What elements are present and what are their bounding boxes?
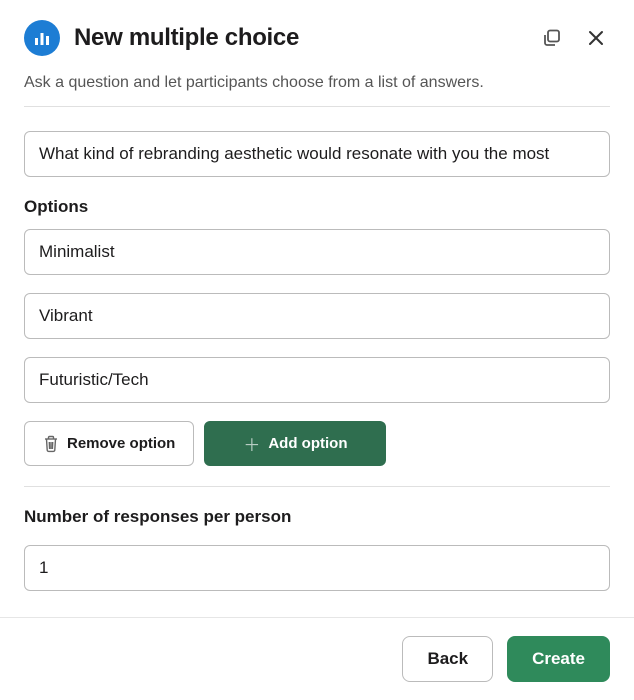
- option-row: [24, 357, 610, 403]
- option-input[interactable]: [24, 293, 610, 339]
- modal-footer: Back Create: [0, 617, 634, 700]
- modal-title: New multiple choice: [74, 24, 524, 52]
- create-button[interactable]: Create: [507, 636, 610, 682]
- new-multiple-choice-modal: New multiple choice Ask a question and l…: [0, 0, 634, 700]
- trash-icon: [43, 435, 59, 453]
- remove-option-label: Remove option: [67, 435, 175, 452]
- options-list: [24, 229, 610, 403]
- question-input[interactable]: [24, 131, 610, 177]
- new-window-button[interactable]: [538, 24, 566, 52]
- option-input[interactable]: [24, 229, 610, 275]
- responses-input[interactable]: [24, 545, 610, 591]
- option-row: [24, 229, 610, 275]
- back-button[interactable]: Back: [402, 636, 493, 682]
- option-buttons: Remove option ＋ Add option: [24, 421, 610, 487]
- new-window-icon: [542, 28, 562, 48]
- option-input[interactable]: [24, 357, 610, 403]
- bar-chart-icon: [33, 29, 51, 47]
- add-option-button[interactable]: ＋ Add option: [204, 421, 386, 466]
- plus-icon: ＋: [243, 431, 260, 456]
- responses-section: Number of responses per person: [24, 507, 610, 591]
- options-label: Options: [24, 197, 610, 217]
- modal-content: Ask a question and let participants choo…: [0, 64, 634, 617]
- add-option-label: Add option: [268, 435, 347, 452]
- remove-option-button[interactable]: Remove option: [24, 421, 194, 466]
- header-actions: [538, 24, 610, 52]
- close-icon: [586, 28, 606, 48]
- modal-header: New multiple choice: [0, 0, 634, 64]
- option-row: [24, 293, 610, 339]
- close-button[interactable]: [582, 24, 610, 52]
- responses-label: Number of responses per person: [24, 507, 610, 527]
- poll-app-icon: [24, 20, 60, 56]
- modal-subtitle: Ask a question and let participants choo…: [24, 74, 610, 107]
